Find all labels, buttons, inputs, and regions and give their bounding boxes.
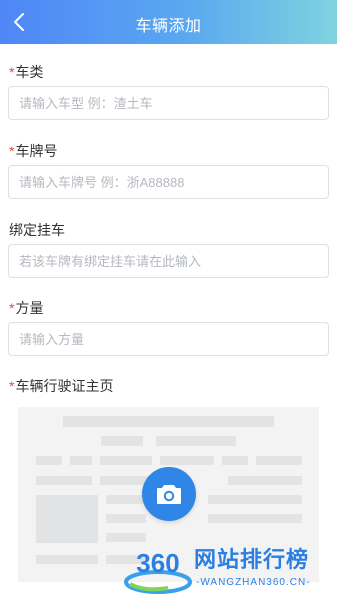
plate-number-label: *车牌号 — [9, 143, 58, 159]
placeholder-line — [36, 476, 92, 485]
trailer-input[interactable] — [8, 244, 329, 278]
placeholder-line — [36, 456, 62, 465]
camera-button[interactable] — [142, 467, 196, 521]
camera-icon — [157, 485, 181, 504]
trailer-label: 绑定挂车 — [9, 222, 65, 238]
plate-number-input[interactable] — [8, 165, 329, 199]
placeholder-line — [228, 476, 302, 485]
placeholder-line — [208, 514, 302, 523]
page-title: 车辆添加 — [135, 18, 202, 35]
volume-label: *方量 — [9, 300, 44, 316]
placeholder-line — [70, 456, 92, 465]
placeholder-line — [101, 436, 143, 446]
placeholder-line — [106, 514, 146, 523]
placeholder-line — [156, 436, 236, 446]
required-mark: * — [9, 64, 15, 80]
required-mark: * — [9, 143, 15, 159]
placeholder-line — [160, 456, 214, 465]
placeholder-photo — [36, 495, 98, 543]
placeholder-line — [106, 495, 146, 504]
required-mark: * — [9, 378, 15, 394]
placeholder-line — [222, 456, 248, 465]
watermark-logo-text: 360 — [136, 548, 179, 578]
vehicle-type-label: *车类 — [9, 64, 44, 80]
license-label: *车辆行驶证主页 — [9, 378, 114, 394]
placeholder-line — [100, 456, 152, 465]
volume-input[interactable] — [8, 322, 329, 356]
360-logo-icon: 360 — [124, 548, 192, 594]
required-mark: * — [9, 300, 15, 316]
site-watermark: 360 网站排行榜 -WANGZHAN360.CN- — [124, 540, 337, 600]
placeholder-line — [63, 416, 274, 427]
app-header: 车辆添加 — [0, 0, 337, 44]
placeholder-line — [36, 555, 98, 564]
placeholder-line — [208, 495, 302, 504]
vehicle-type-input[interactable] — [8, 86, 329, 120]
watermark-brand: 网站排行榜 — [194, 547, 310, 572]
placeholder-line — [256, 456, 302, 465]
watermark-domain: -WANGZHAN360.CN- — [196, 577, 311, 588]
